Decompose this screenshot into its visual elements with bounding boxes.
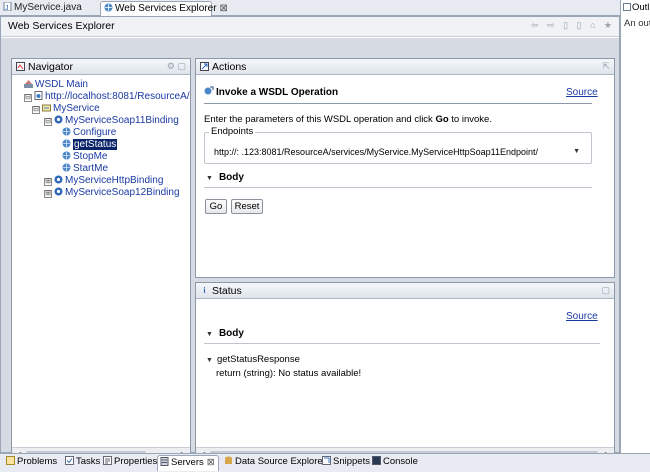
wsdl-main-icon [24,79,33,88]
outline-panel: Outl An outl [620,0,650,453]
body-separator [204,187,592,188]
web-services-explorer-icon [104,3,113,12]
info-icon: i [203,286,206,295]
tab-label: MyService.java [14,2,82,13]
editor-tab-strip: J MyService.java Web Services Explorer ⊠ [0,0,620,16]
operation-icon [62,163,71,172]
navigator-title: Navigator [28,61,73,73]
request-body-section[interactable]: ▼ Body [206,172,244,183]
tree-node-wsdl-main[interactable]: WSDL Main [24,79,88,91]
go-button[interactable]: Go [205,199,227,214]
explorer-title-bar: Web Services Explorer ⇦ ⇨ ▯ ▯ ⌂ ★ [1,17,619,37]
expand-icon[interactable]: ⊞ [44,178,52,186]
navigator-toolbar-icons[interactable]: ⚙ ▢ [167,61,186,72]
outline-message: An outl [624,18,650,29]
svg-text:J: J [5,5,9,11]
endpoint-select[interactable]: http://: .123:8081/ResourceA/services/My… [211,143,583,160]
tab-problems[interactable]: Problems [4,455,57,471]
explorer-content: Navigator ⚙ ▢ WSDL Main ⊟ http://localhos… [1,38,619,462]
tree-node-stopme[interactable]: StopMe [62,151,107,163]
endpoints-legend: Endpoints [209,126,256,137]
invoke-operation-icon [204,86,214,96]
dropdown-arrow-icon[interactable]: ▼ [573,144,580,159]
collapse-triangle-icon[interactable]: ▼ [206,175,213,182]
source-link[interactable]: Source [566,87,598,98]
outline-icon [623,3,631,11]
actions-panel: Actions ⇱ Invoke a WSDL Operation Source… [195,58,615,278]
response-value: return (string): No status available! [216,368,362,379]
service-icon [42,103,51,112]
binding-icon [54,115,63,124]
console-icon [372,456,381,465]
endpoints-group: Endpoints http://: .123:8081/ResourceA/s… [204,126,592,164]
tab-tasks[interactable]: Tasks [63,455,100,471]
maximize-icon[interactable]: ⇱ [602,61,610,72]
status-source-link[interactable]: Source [566,311,598,322]
close-icon[interactable]: ⊠ [207,457,215,468]
tab-servers[interactable]: Servers ⊠ [157,455,219,471]
data-source-icon [224,456,233,465]
java-file-icon: J [3,1,12,12]
explorer-toolbar[interactable]: ⇦ ⇨ ▯ ▯ ⌂ ★ [531,20,615,31]
status-header: i Status ▢ [196,283,614,299]
tab-properties[interactable]: Properties [101,455,157,471]
binding-icon [54,187,63,196]
tree-node-configure[interactable]: Configure [62,127,116,139]
bottom-view-tabs: Problems Tasks Properties Servers ⊠ Data … [0,453,650,472]
operation-icon [62,127,71,136]
collapse-triangle-icon[interactable]: ▼ [206,331,213,338]
collapse-icon[interactable]: ⊟ [44,118,52,126]
tree-node-http-binding[interactable]: ⊞ MyServiceHttpBinding [44,175,163,187]
status-panel: i Status ▢ Source ▼ Body ▼ getStatusRespon… [195,282,615,462]
properties-icon [103,456,112,465]
tasks-icon [65,456,74,465]
navigator-panel: Navigator ⚙ ▢ WSDL Main ⊟ http://localhos… [11,58,191,462]
operation-icon [62,151,71,160]
reset-button[interactable]: Reset [231,199,263,214]
tab-web-services-explorer[interactable]: Web Services Explorer ⊠ [100,1,228,16]
wsdl-file-icon [34,91,43,100]
clear-status-icon[interactable]: ▢ [601,285,610,296]
navigator-tree: WSDL Main ⊟ http://localhost:8081/Resourc… [12,75,190,445]
operation-title: Invoke a WSDL Operation [204,86,338,98]
tree-node-getstatus[interactable]: getStatus [62,139,118,151]
explorer-title: Web Services Explorer [8,20,115,32]
navigator-icon [16,62,25,71]
response-element[interactable]: ▼ getStatusResponse [206,354,300,365]
binding-icon [54,175,63,184]
operation-icon [62,139,71,148]
navigator-header: Navigator ⚙ ▢ [12,59,190,75]
tree-node-startme[interactable]: StartMe [62,163,108,175]
collapse-triangle-icon[interactable]: ▼ [206,357,213,364]
problems-icon [6,456,15,465]
actions-title: Actions [212,61,247,73]
status-separator [204,343,600,344]
actions-header: Actions ⇱ [196,59,614,75]
actions-icon [200,62,209,71]
tab-snippets[interactable]: Snippets [320,455,370,471]
collapse-icon[interactable]: ⊟ [24,94,32,102]
snippets-icon [322,456,331,465]
operation-instruction: Enter the parameters of this WSDL operat… [204,114,492,125]
tab-data-source-explorer[interactable]: Data Source Explorer [222,455,326,471]
tab-label: Web Services Explorer [115,3,217,14]
web-services-explorer: Web Services Explorer ⇦ ⇨ ▯ ▯ ⌂ ★ Naviga… [0,16,620,462]
servers-icon [160,457,169,466]
tab-outline[interactable]: Outl [623,2,649,13]
tree-node-wsdl-url[interactable]: ⊟http://localhost:8081/ResourceA/serv [24,91,190,103]
collapse-icon[interactable]: ⊟ [32,106,40,114]
operation-separator [204,103,592,104]
tree-node-soap11-binding[interactable]: ⊟ MyServiceSoap11Binding [44,115,179,127]
close-icon[interactable]: ⊠ [220,3,228,14]
status-title: Status [212,285,242,297]
expand-icon[interactable]: ⊞ [44,190,52,198]
tab-myservice-java[interactable]: J MyService.java [0,1,98,16]
tree-node-myservice[interactable]: ⊟ MyService [32,103,100,115]
tab-console[interactable]: Console [370,455,418,471]
tree-node-soap12-binding[interactable]: ⊞ MyServiceSoap12Binding [44,187,180,199]
response-body-section[interactable]: ▼ Body [206,328,244,339]
